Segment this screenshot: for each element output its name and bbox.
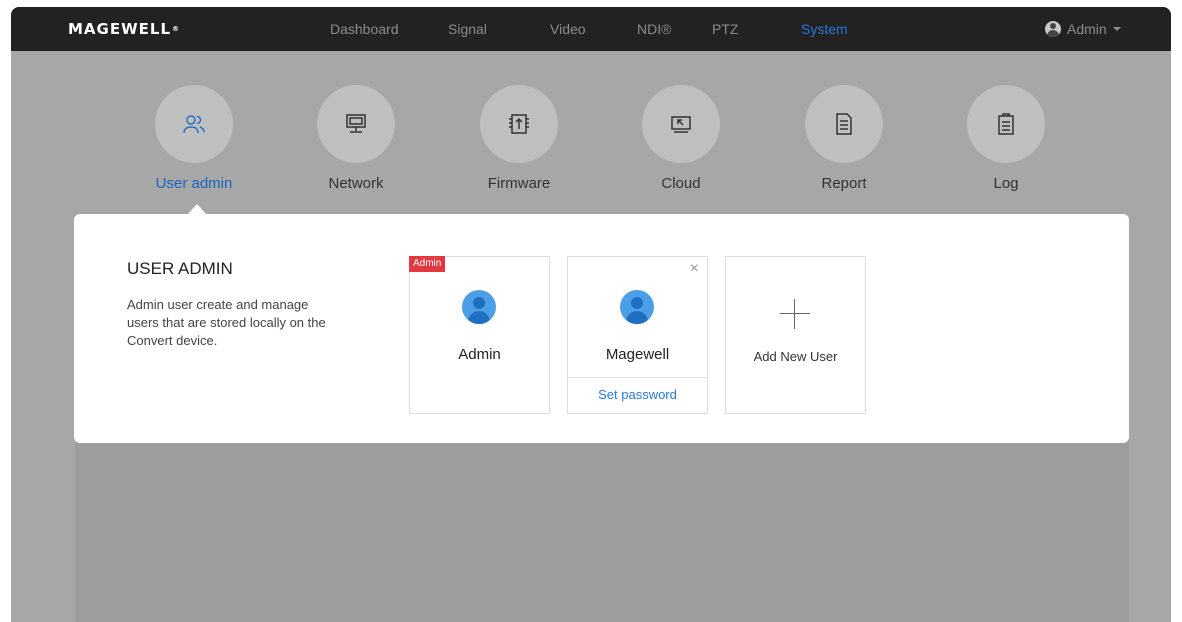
panel-description: Admin user create and manage users that …: [127, 297, 326, 348]
app-window: MAGEWELL® Dashboard Signal Video NDI® PT…: [11, 7, 1171, 622]
tile-label: Log: [993, 175, 1019, 192]
user-menu[interactable]: Admin: [1045, 20, 1121, 38]
tile-label: Report: [821, 175, 867, 192]
plus-icon: [780, 299, 810, 329]
divider: [568, 377, 707, 378]
user-name: Magewell: [605, 346, 670, 363]
tile-circle: [967, 85, 1045, 163]
tile-circle: [155, 85, 233, 163]
tile-circle: [480, 85, 558, 163]
set-password-link[interactable]: Set password: [568, 387, 707, 403]
user-card-admin[interactable]: Admin Admin: [409, 256, 550, 414]
user-admin-panel: USER ADMIN Admin user create and manage …: [74, 214, 1129, 443]
add-new-user-card[interactable]: Add New User: [725, 256, 866, 414]
tile-cloud[interactable]: Cloud: [621, 85, 741, 193]
tile-circle: [317, 85, 395, 163]
tile-log[interactable]: Log: [946, 85, 1066, 193]
add-new-user-label: Add New User: [753, 349, 838, 364]
nav-ptz[interactable]: PTZ: [712, 20, 738, 38]
tile-firmware[interactable]: Firmware: [459, 85, 579, 193]
tile-label: User admin: [155, 175, 233, 192]
tile-circle: [642, 85, 720, 163]
monitor-icon: [346, 114, 366, 133]
admin-badge: Admin: [409, 256, 446, 272]
tile-report[interactable]: Report: [784, 85, 904, 193]
nav-ndi[interactable]: NDI®: [637, 20, 671, 38]
magewell-logo[interactable]: MAGEWELL®: [68, 20, 180, 38]
tile-user-admin[interactable]: User admin: [134, 85, 254, 193]
tile-label: Cloud: [661, 175, 701, 192]
firmware-upload-icon: [509, 114, 529, 134]
top-nav-bar: MAGEWELL® Dashboard Signal Video NDI® PT…: [11, 7, 1171, 51]
user-avatar-icon: [1045, 21, 1061, 37]
report-document-icon: [836, 113, 852, 135]
user-name: Admin: [458, 346, 501, 363]
nav-signal[interactable]: Signal: [448, 20, 487, 38]
nav-video[interactable]: Video: [550, 20, 586, 38]
users-icon: [183, 115, 205, 134]
close-icon[interactable]: ×: [690, 261, 699, 277]
panel-title: USER ADMIN: [127, 259, 233, 278]
nav-dashboard[interactable]: Dashboard: [330, 20, 399, 38]
chevron-down-icon: [1112, 27, 1121, 31]
cloud-screen-icon: [671, 116, 691, 133]
user-avatar-icon: [462, 290, 496, 324]
user-menu-label: Admin: [1067, 21, 1107, 37]
user-avatar-icon: [620, 290, 654, 324]
tile-circle: [805, 85, 883, 163]
panel-pointer: [188, 204, 206, 214]
user-card-magewell[interactable]: × Magewell Set password: [567, 256, 708, 414]
clipboard-log-icon: [998, 113, 1014, 135]
tile-network[interactable]: Network: [296, 85, 416, 193]
nav-system[interactable]: System: [801, 20, 848, 38]
tile-label: Firmware: [487, 175, 551, 192]
content-area: [75, 437, 1129, 622]
tile-label: Network: [328, 175, 384, 192]
